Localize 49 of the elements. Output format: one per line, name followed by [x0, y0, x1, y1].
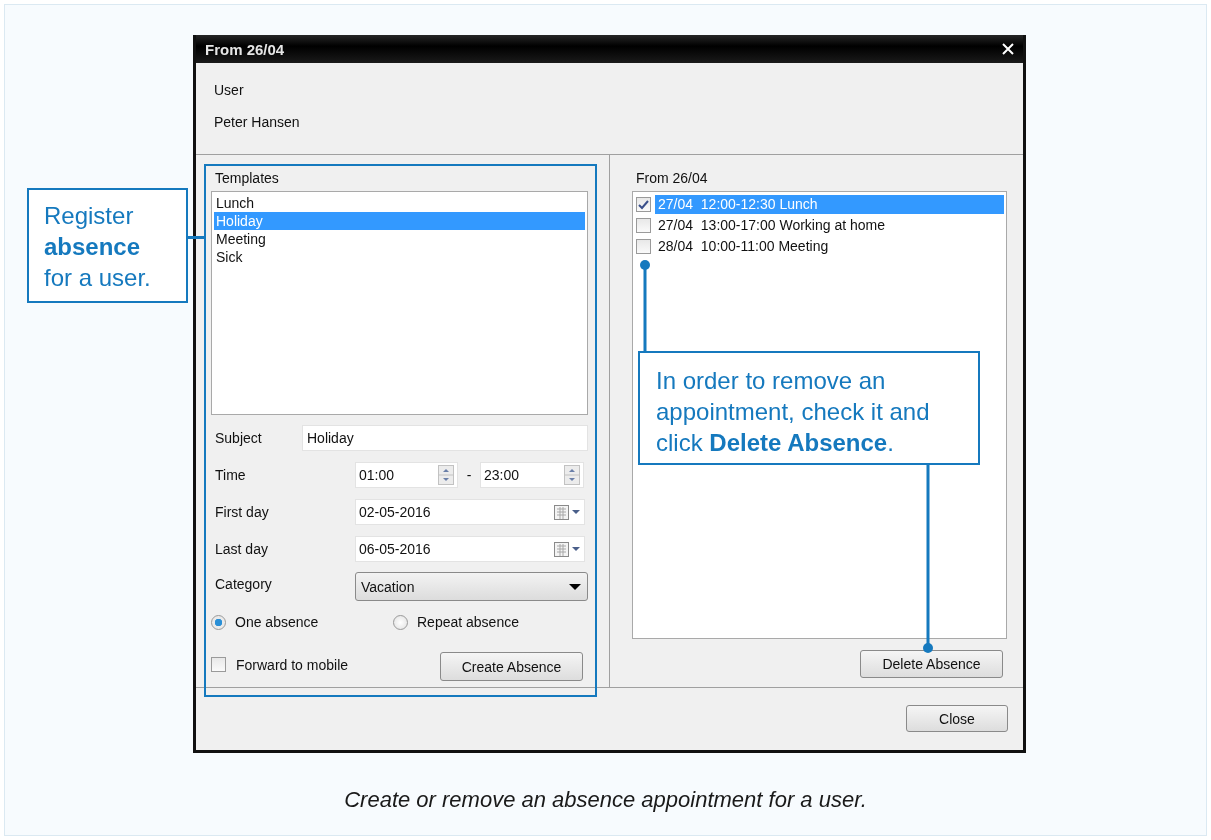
first-day-field[interactable]: 02-05-2016	[355, 499, 585, 525]
close-icon	[1001, 42, 1015, 56]
close-dialog-button[interactable]: Close	[906, 705, 1008, 732]
callout-text: Register absence for a user.	[27, 188, 188, 303]
appointment-checkbox[interactable]	[636, 218, 651, 233]
caret-icon	[569, 583, 581, 590]
forward-label: Forward to mobile	[236, 656, 350, 673]
forward-checkbox[interactable]	[211, 657, 226, 672]
time-label: Time	[215, 467, 247, 483]
subject-field[interactable]: Holiday	[302, 425, 588, 451]
radio-label: Repeat absence	[417, 614, 519, 630]
spinner-icon	[438, 465, 454, 485]
spinner-icon	[564, 465, 580, 485]
first-day-label: First day	[215, 504, 270, 520]
templates-label: Templates	[215, 170, 280, 188]
figure-caption: Create or remove an absence appointment for a user.	[343, 787, 868, 813]
user-name: Peter Hansen	[214, 114, 301, 130]
appointment-checkbox[interactable]	[636, 197, 651, 212]
radio-label: One absence	[235, 614, 319, 630]
date-value: 02-05-2016	[359, 504, 431, 520]
last-day-field[interactable]: 06-05-2016	[355, 536, 585, 562]
template-item[interactable]: Lunch	[214, 194, 585, 212]
appointment-checkbox[interactable]	[636, 239, 651, 254]
window-title: From 26/04	[205, 40, 285, 58]
appointment-item[interactable]: 27/04 13:00-17:00 Working at home	[655, 216, 1004, 235]
leader-line	[188, 236, 206, 240]
template-item[interactable]: Sick	[214, 248, 585, 266]
appointments-label: From 26/04	[636, 170, 709, 188]
last-day-label: Last day	[215, 541, 269, 557]
time-separator: -	[465, 467, 473, 483]
date-value: 06-05-2016	[359, 541, 431, 557]
check-icon	[638, 199, 649, 210]
end-time-field[interactable]: 23:00	[480, 462, 584, 488]
category-label: Category	[215, 576, 273, 592]
time-value: 01:00	[359, 467, 395, 483]
appointment-item[interactable]: 28/04 10:00-11:00 Meeting	[655, 237, 1004, 256]
start-time-field[interactable]: 01:00	[355, 462, 458, 488]
user-label: User	[214, 82, 245, 100]
time-value: 23:00	[484, 467, 520, 483]
radio-button[interactable]	[211, 614, 226, 630]
category-dropdown[interactable]: Vacation	[355, 572, 588, 601]
delete-absence-button[interactable]: Delete Absence	[860, 650, 1003, 678]
template-item[interactable]: Meeting	[214, 230, 585, 248]
radio-button[interactable]	[393, 614, 408, 630]
subject-label: Subject	[215, 430, 263, 446]
calendar-icon	[553, 540, 581, 558]
create-absence-button[interactable]: Create Absence	[440, 652, 583, 681]
calendar-icon	[553, 503, 581, 521]
callout-text: In order to remove an appointment, check it and click Delete Absence.	[638, 351, 980, 465]
